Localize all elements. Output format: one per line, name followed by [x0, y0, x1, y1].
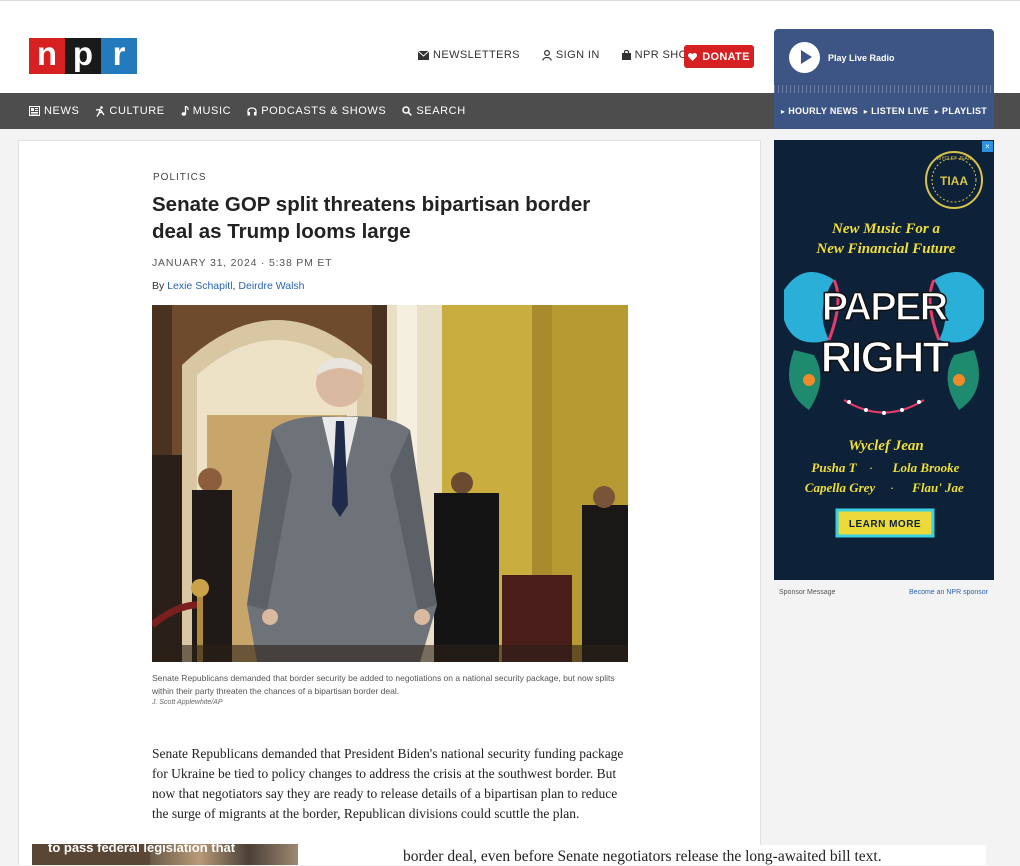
sponsor-ad[interactable]: TIAA WYCLEF JEAN New Music For a New Fin… — [774, 140, 994, 580]
ad-artwork: TIAA WYCLEF JEAN New Music For a New Fin… — [774, 140, 994, 580]
ad-artist-5: Flau' Jae — [911, 480, 964, 495]
npr-logo[interactable]: n p r — [29, 37, 137, 74]
nav-item-search[interactable]: SEARCH — [402, 105, 465, 117]
ad-tiaa-text: TIAA — [940, 174, 968, 188]
envelope-icon — [418, 50, 429, 60]
ad-separator-dot: · — [890, 480, 894, 495]
ad-artist-1: Wyclef Jean — [848, 438, 923, 454]
nav-culture-label: CULTURE — [109, 105, 165, 117]
nav-music-label: MUSIC — [192, 105, 232, 117]
author-link[interactable]: Lexie Schapitl — [167, 280, 232, 292]
article-date: JANUARY 31, 2024 · 5:38 PM ET — [152, 257, 333, 269]
ad-artist-2: Pusha T — [811, 460, 857, 475]
section-kicker[interactable]: POLITICS — [153, 172, 207, 183]
sign-in-label: SIGN IN — [555, 49, 600, 61]
nav-news-label: NEWS — [44, 105, 80, 117]
heart-icon — [688, 52, 698, 61]
music-note-icon — [181, 106, 189, 116]
ad-artist-3: Lola Brooke — [892, 460, 960, 475]
live-radio-player[interactable]: Play Live Radio — [774, 29, 994, 95]
logo-letter-p: p — [65, 37, 101, 74]
nav-search-label: SEARCH — [416, 105, 466, 117]
user-icon — [542, 49, 552, 61]
play-icon[interactable] — [789, 42, 820, 73]
utility-links: NEWSLETTERS SIGN IN NPR SHOP — [418, 49, 717, 61]
nav-podcasts-label: PODCASTS & SHOWS — [261, 105, 387, 117]
shopping-bag-icon — [621, 50, 631, 60]
ad-artist-4: Capella Grey — [805, 480, 876, 495]
ad-tagline-1: New Music For a — [831, 221, 940, 237]
nav-item-music[interactable]: MUSIC — [181, 105, 231, 117]
article-card: POLITICS Senate GOP split threatens bipa… — [18, 140, 761, 865]
lead-photo[interactable] — [152, 305, 628, 662]
article-body-paragraph: Senate Republicans demanded that Preside… — [152, 746, 624, 821]
ad-separator-dot: · — [869, 460, 873, 475]
photo-caption: Senate Republicans demanded that border … — [152, 673, 615, 696]
sign-in-link[interactable]: SIGN IN — [542, 49, 600, 61]
logo-letter-n: n — [29, 37, 65, 74]
nav-item-news[interactable]: NEWS — [29, 105, 79, 117]
newsletters-label: NEWSLETTERS — [433, 49, 520, 61]
listen-live-link[interactable]: LISTEN LIVE — [864, 106, 929, 116]
radio-subnav: HOURLY NEWS LISTEN LIVE PLAYLIST — [774, 93, 994, 129]
donate-label: DONATE — [702, 50, 750, 63]
ad-seal-text: WYCLEF JEAN — [936, 156, 971, 162]
ad-choices-icon[interactable]: × — [982, 141, 993, 152]
nav-item-culture[interactable]: CULTURE — [95, 105, 164, 117]
ad-right-text: RIGHT — [821, 333, 950, 382]
search-icon — [402, 106, 413, 116]
ad-tagline-2: New Financial Future — [815, 241, 956, 257]
lead-photo-illustration — [152, 305, 628, 662]
article-headline: Senate GOP split threatens bipartisan bo… — [152, 193, 591, 243]
donate-button[interactable]: DONATE — [684, 45, 754, 68]
become-sponsor-link[interactable]: Become an NPR sponsor — [909, 589, 988, 596]
logo-letter-r: r — [101, 37, 137, 74]
play-live-radio-label: Play Live Radio — [828, 53, 895, 63]
below-fold-text: border deal, even before Senate negotiat… — [377, 845, 986, 865]
main-nav: NEWS CULTURE MUSIC PODCASTS & SHOWS SEAR… — [0, 93, 1020, 129]
byline-prefix: By — [152, 280, 168, 292]
ad-learn-more-text: LEARN MORE — [849, 519, 921, 530]
author-link[interactable]: Deirdre Walsh — [238, 280, 304, 292]
newsletters-link[interactable]: NEWSLETTERS — [418, 49, 520, 61]
photo-credit: J. Scott Applewhite/AP — [152, 699, 223, 706]
promo-text: to pass federal legislation that — [48, 844, 236, 855]
hourly-news-link[interactable]: HOURLY NEWS — [781, 106, 858, 116]
promo-card[interactable]: to pass federal legislation that — [32, 844, 298, 865]
headphones-icon — [247, 107, 257, 116]
article-byline: By Lexie Schapitl, Deirdre Walsh — [152, 280, 305, 292]
sponsor-message-label: Sponsor Message — [779, 589, 836, 596]
top-bar: n p r NEWSLETTERS SIGN IN NPR SHOP DONAT… — [0, 0, 1020, 95]
below-fold-paragraph: border deal, even before Senate negotiat… — [403, 848, 882, 865]
news-icon — [29, 106, 40, 116]
nav-item-podcasts[interactable]: PODCASTS & SHOWS — [247, 105, 386, 117]
playlist-link[interactable]: PLAYLIST — [935, 106, 987, 116]
culture-icon — [96, 105, 105, 117]
ad-paper-text: PAPER — [822, 285, 949, 329]
